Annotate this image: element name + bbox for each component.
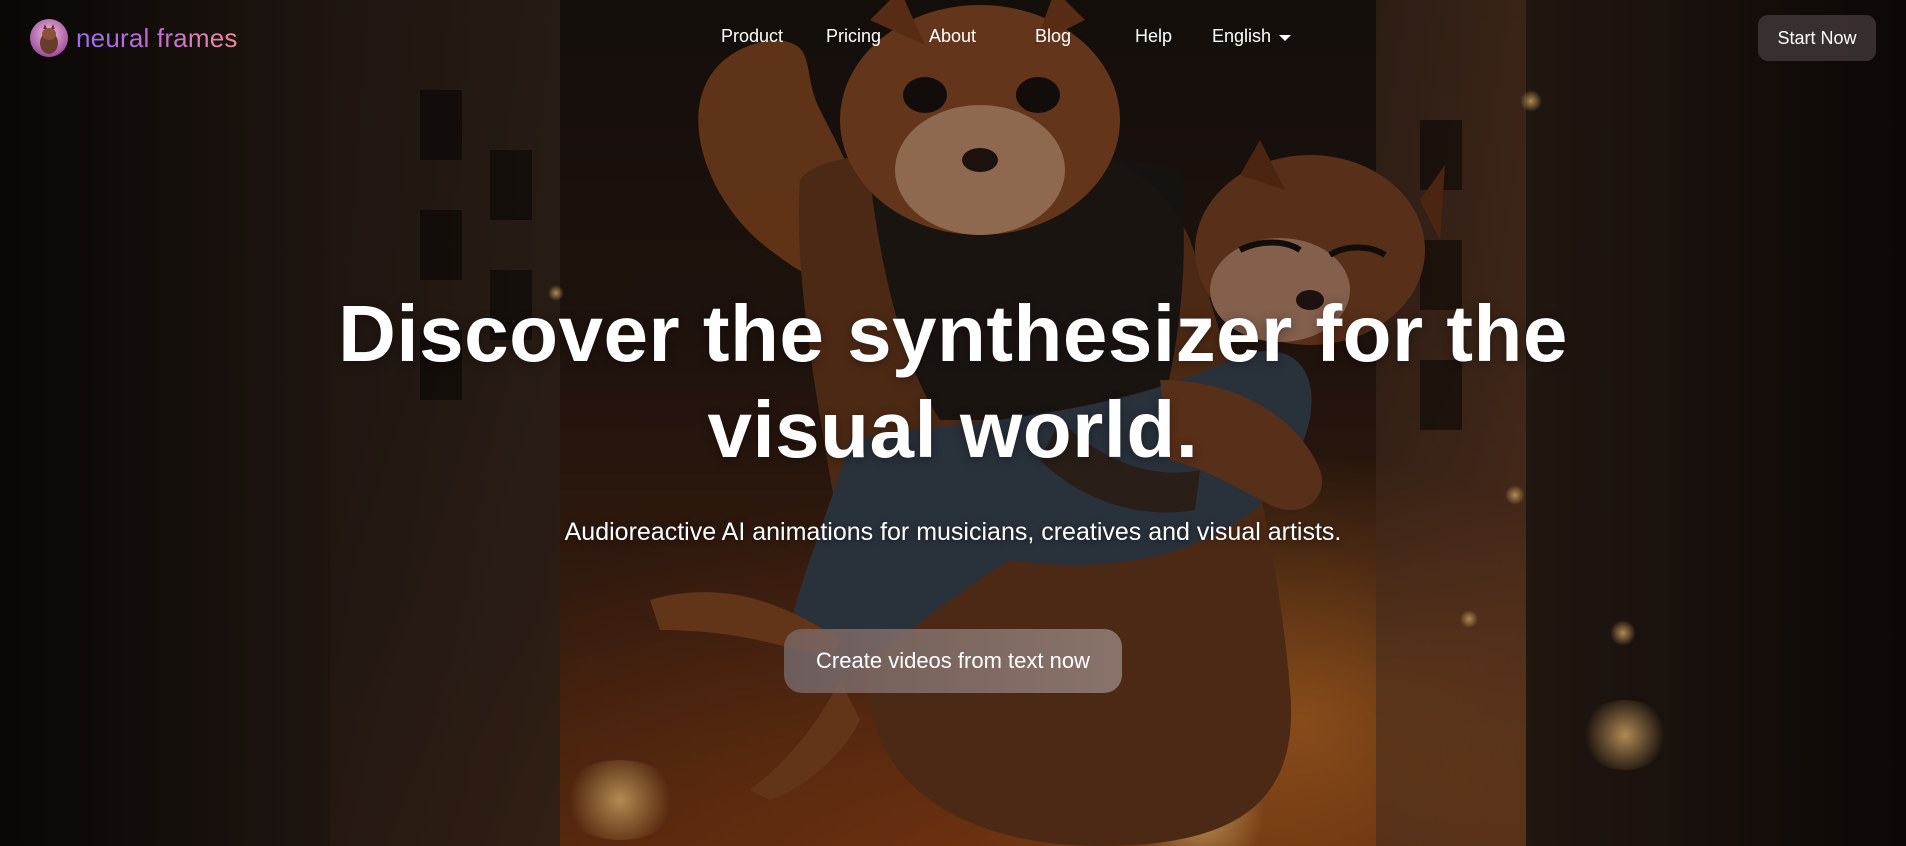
- language-selected-label: English: [1212, 26, 1272, 46]
- language-selector[interactable]: English: [1212, 26, 1292, 47]
- nav-link-pricing[interactable]: Pricing: [826, 26, 881, 47]
- nav-link-about[interactable]: About: [929, 26, 976, 47]
- logo-link[interactable]: neural frames: [30, 19, 238, 57]
- start-now-button[interactable]: Start Now: [1758, 15, 1876, 61]
- squirrel-avatar-icon: [30, 19, 68, 57]
- hero-headline-line-2: visual world.: [707, 385, 1199, 474]
- top-navigation-bar: neural frames Product Pricing About Blog…: [0, 0, 1906, 76]
- logo-wordmark: neural frames: [76, 22, 238, 53]
- caret-down-icon: [1279, 34, 1292, 41]
- hero-headline: Discover the synthesizer for the visual …: [300, 286, 1606, 478]
- nav-link-help[interactable]: Help: [1135, 26, 1172, 47]
- landing-page: neural frames Product Pricing About Blog…: [0, 0, 1906, 846]
- create-videos-cta-button[interactable]: Create videos from text now: [784, 629, 1122, 693]
- nav-link-blog[interactable]: Blog: [1035, 26, 1071, 47]
- nav-link-product[interactable]: Product: [721, 26, 783, 47]
- hero-subheadline: Audioreactive AI animations for musician…: [564, 518, 1342, 546]
- hero-headline-line-1: Discover the synthesizer for the: [338, 289, 1568, 378]
